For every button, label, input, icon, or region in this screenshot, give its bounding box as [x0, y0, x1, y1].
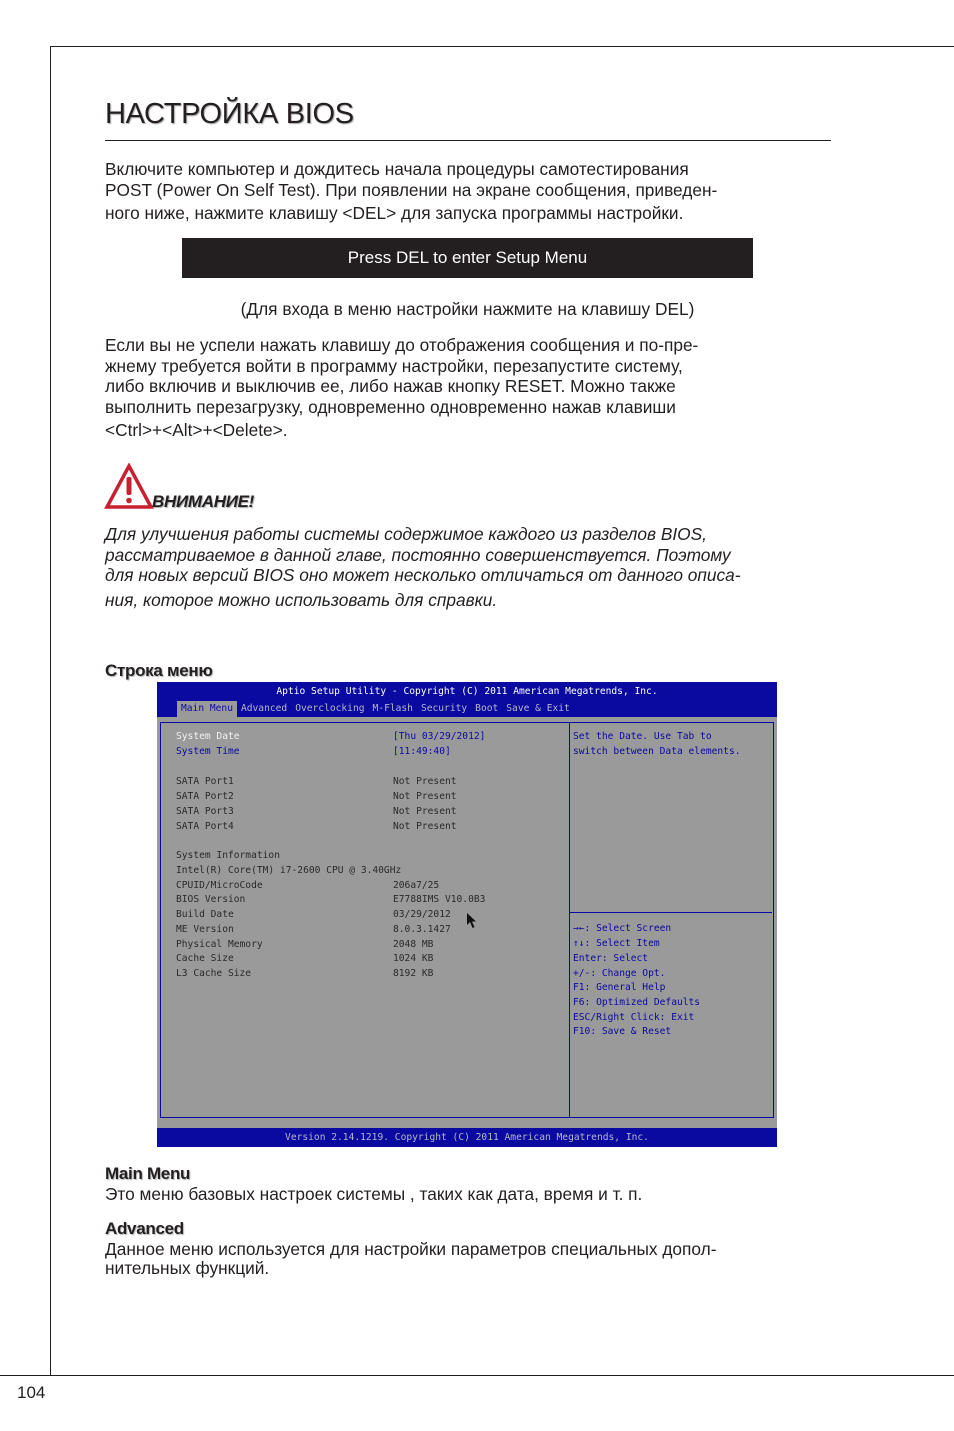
- restart-paragraph: Если вы не успели нажать клавишу до отоб…: [105, 335, 835, 441]
- page-frame-top-rule: [50, 46, 954, 47]
- bios-system-date-value[interactable]: [Thu 03/29/2012]: [393, 731, 485, 743]
- warning-line: рассматриваемое в данной главе, постоянн…: [105, 544, 731, 565]
- bios-tab-overclocking[interactable]: Overclocking: [291, 701, 368, 717]
- warning-line: для новых версий BIOS оно может нескольк…: [105, 565, 741, 585]
- bios-sata-port-label: SATA Port1: [176, 776, 234, 787]
- post-message-bar: Press DEL to enter Setup Menu: [182, 238, 753, 278]
- bios-info-label: L3 Cache Size: [176, 968, 252, 979]
- bios-info-value: 8.0.3.1427: [393, 924, 451, 935]
- restart-line: либо включив и выключив ее, либо нажав к…: [105, 376, 676, 396]
- bios-tab-bar: Main Menu Advanced Overclocking M-Flash …: [177, 701, 574, 717]
- bios-sata-port-value: Not Present: [393, 821, 457, 832]
- page-footer-rule: [0, 1375, 954, 1376]
- bios-key-help: F10: Save & Reset: [573, 1026, 672, 1037]
- bios-key-help: Enter: Select: [573, 953, 649, 964]
- bios-footer: Version 2.14.1219. Copyright (C) 2011 Am…: [157, 1128, 777, 1147]
- bios-system-info-heading: System Information: [176, 850, 280, 861]
- mouse-cursor-icon: [467, 913, 476, 928]
- section-text-line: Данное меню используется для настройки п…: [105, 1239, 717, 1259]
- bios-info-value: 8192 KB: [393, 968, 434, 979]
- section-text-main-menu: Это меню базовых настроек системы , таки…: [105, 1184, 643, 1204]
- bios-sata-port-value: Not Present: [393, 776, 457, 787]
- bios-sata-port-label: SATA Port3: [176, 806, 234, 817]
- section-heading-advanced: Advanced: [105, 1219, 184, 1238]
- bios-system-date-label[interactable]: System Date: [176, 731, 240, 743]
- bios-tab-m-flash[interactable]: M-Flash: [369, 701, 417, 717]
- bios-system-time-value[interactable]: [11:49:40]: [393, 746, 451, 758]
- bios-header: Aptio Setup Utility - Copyright (C) 2011…: [157, 682, 777, 717]
- restart-line: жнему требуется войти в программу настро…: [105, 355, 683, 376]
- title-underline: [105, 140, 831, 141]
- bios-key-help: F6: Optimized Defaults: [573, 997, 701, 1008]
- bios-cpu-name: Intel(R) Core(TM) i7-2600 CPU @ 3.40GHz: [176, 865, 402, 876]
- restart-line: выполнить перезагрузку, одновременно одн…: [105, 396, 676, 417]
- bios-info-value: 03/29/2012: [393, 909, 451, 920]
- bios-info-value: 206a7/25: [393, 880, 440, 891]
- bios-info-value: 2048 MB: [393, 939, 434, 950]
- bios-system-time-label[interactable]: System Time: [176, 746, 240, 758]
- bios-tab-security[interactable]: Security: [417, 701, 471, 717]
- bios-tab-main-menu[interactable]: Main Menu: [177, 701, 237, 717]
- menu-bar-heading: Строка меню: [105, 661, 213, 680]
- restart-line: Если вы не успели нажать клавишу до отоб…: [105, 335, 699, 355]
- bios-help-divider: [570, 912, 772, 913]
- bios-info-label: Physical Memory: [176, 939, 263, 950]
- bios-key-help: +/-: Change Opt.: [573, 968, 666, 979]
- bios-tab-boot[interactable]: Boot: [471, 701, 502, 717]
- bios-key-help: ESC/Right Click: Exit: [573, 1012, 695, 1023]
- bios-info-label: ME Version: [176, 924, 234, 935]
- restart-line: <Ctrl>+<Alt>+<Delete>.: [105, 420, 288, 440]
- page-title: НАСТРОЙКА BIOS: [105, 98, 354, 130]
- bios-info-value: E7788IMS V10.0B3: [393, 894, 486, 905]
- bios-info-label: CPUID/MicroCode: [176, 880, 263, 891]
- intro-paragraph: Включите компьютер и дождитесь начала пр…: [105, 159, 835, 224]
- bios-panel-divider: [569, 722, 570, 1118]
- bios-info-value: 1024 KB: [393, 953, 434, 964]
- bios-key-help: ↑↓: Select Item: [573, 938, 660, 949]
- warning-paragraph: Для улучшения работы системы содержимое …: [105, 524, 835, 610]
- post-message-caption: (Для входа в меню настройки нажмите на к…: [240, 299, 695, 319]
- bios-tab-save-exit[interactable]: Save & Exit: [502, 701, 574, 717]
- page-number: 104: [17, 1383, 46, 1402]
- section-text-advanced: Данное меню используется для настройки п…: [105, 1240, 835, 1278]
- bios-help-text: switch between Data elements.: [573, 746, 741, 757]
- bios-info-label: Cache Size: [176, 953, 234, 964]
- bios-sata-port-label: SATA Port2: [176, 791, 234, 802]
- bios-help-text: Set the Date. Use Tab to: [573, 731, 712, 742]
- warning-triangle-icon: [104, 463, 154, 509]
- bios-screenshot: Aptio Setup Utility - Copyright (C) 2011…: [157, 682, 777, 1147]
- section-heading-main-menu: Main Menu: [105, 1164, 191, 1183]
- bios-sata-port-value: Not Present: [393, 806, 457, 817]
- warning-label: ВНИМАНИЕ!: [152, 492, 255, 511]
- intro-line: ного ниже, нажмите клавишу <DEL> для зап…: [105, 203, 684, 223]
- bios-sata-port-value: Not Present: [393, 791, 457, 802]
- post-message-text: Press DEL to enter Setup Menu: [347, 248, 588, 267]
- page-frame-left-rule: [50, 46, 51, 1376]
- bios-info-label: Build Date: [176, 909, 234, 920]
- bios-title: Aptio Setup Utility - Copyright (C) 2011…: [276, 686, 658, 697]
- warning-line: ния, которое можно использовать для спра…: [105, 589, 498, 610]
- warning-line: Для улучшения работы системы содержимое …: [105, 524, 707, 544]
- bios-info-label: BIOS Version: [176, 894, 246, 905]
- intro-line: Включите компьютер и дождитесь начала пр…: [105, 159, 689, 179]
- bios-key-help: →←: Select Screen: [573, 923, 672, 934]
- section-text-line: нительных функций.: [105, 1258, 270, 1278]
- intro-line: POST (Power On Self Test). При появлении…: [105, 179, 718, 200]
- bios-tab-advanced[interactable]: Advanced: [237, 701, 291, 717]
- bios-sata-port-label: SATA Port4: [176, 821, 234, 832]
- bios-key-help: F1: General Help: [573, 982, 666, 993]
